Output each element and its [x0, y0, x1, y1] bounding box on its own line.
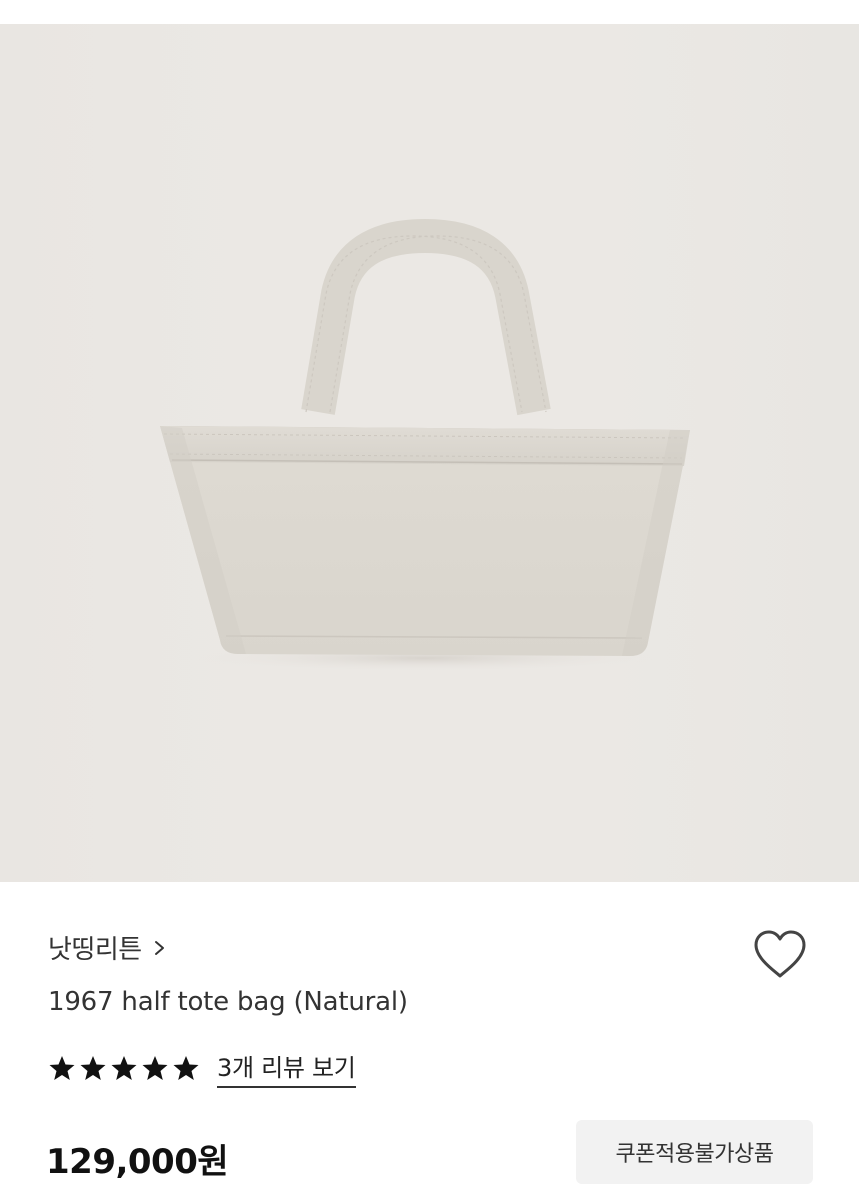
star-icon [111, 1056, 137, 1080]
rating-row: 3개 리뷰 보기 [48, 1048, 356, 1088]
chevron-right-icon[interactable] [152, 938, 168, 958]
product-image[interactable] [0, 24, 859, 882]
brand-name[interactable]: 낫띵리튼 [48, 929, 142, 966]
product-price: 129,000원 [46, 1142, 229, 1182]
product-info: 낫띵리튼 1967 half tote bag (Natural) 3개 리뷰 … [0, 882, 859, 1200]
product-detail-page: 낫띵리튼 1967 half tote bag (Natural) 3개 리뷰 … [0, 0, 859, 1200]
coupon-not-applicable-badge: 쿠폰적용불가상품 [576, 1120, 813, 1184]
wishlist-heart-icon[interactable] [752, 929, 808, 981]
star-icon [80, 1056, 106, 1080]
rating-stars [48, 1054, 203, 1082]
view-reviews-link[interactable]: 3개 리뷰 보기 [217, 1048, 356, 1088]
star-icon [173, 1056, 199, 1080]
star-icon [49, 1056, 75, 1080]
product-title: 1967 half tote bag (Natural) [48, 987, 408, 1017]
tote-bag-illustration [160, 218, 690, 672]
brand-link[interactable]: 낫띵리튼 [48, 929, 168, 966]
star-icon [142, 1056, 168, 1080]
